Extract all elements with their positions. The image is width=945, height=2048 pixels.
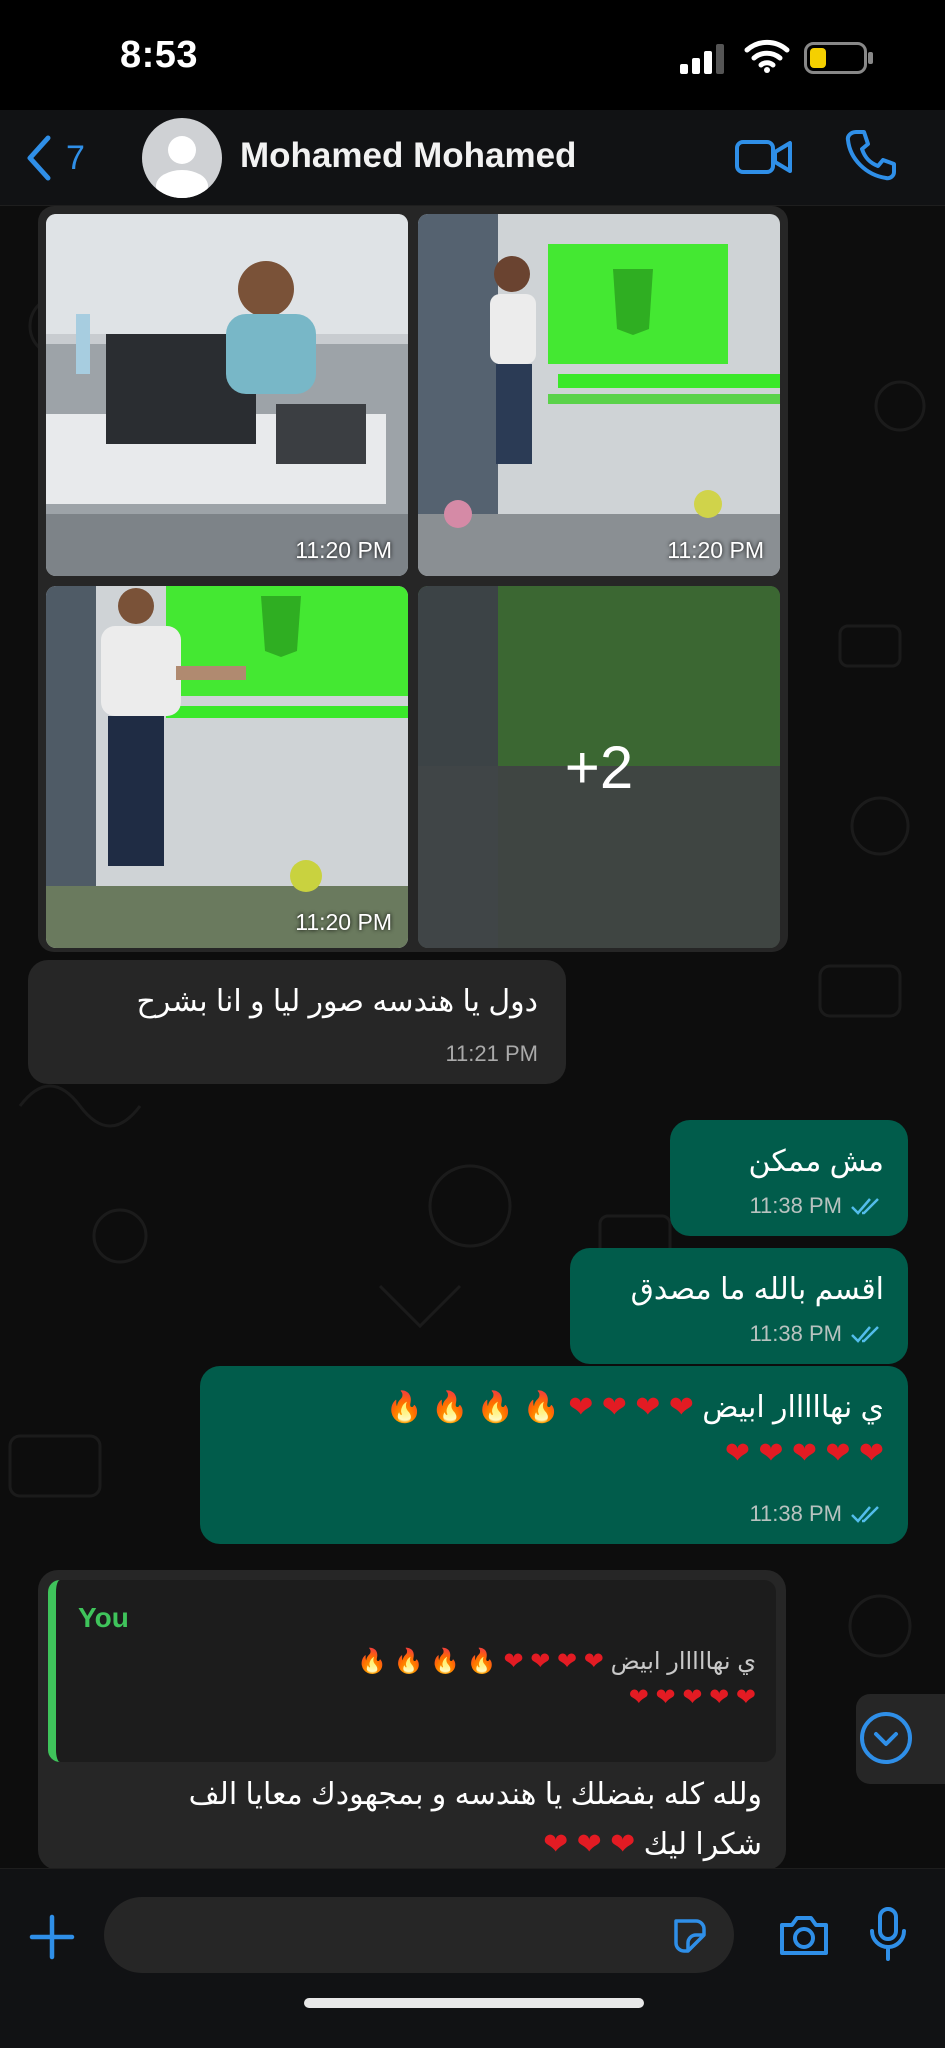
heart-emoji: ❤ [709, 1684, 730, 1711]
album-photo[interactable]: 11:20 PM [418, 214, 780, 576]
more-photos-count: +2 [564, 733, 634, 801]
fire-emoji: 🔥 [385, 1391, 423, 1424]
fire-emoji: 🔥 [466, 1648, 497, 1675]
message-time: 11:38 PM [749, 1193, 842, 1218]
fire-emoji: 🔥 [522, 1391, 560, 1424]
photo-timestamp: 11:20 PM [667, 537, 764, 563]
album-photo[interactable]: 11:20 PM [46, 214, 408, 576]
heart-emoji: ❤ [825, 1437, 851, 1470]
fire-emoji: 🔥 [430, 1648, 461, 1675]
message-text-arabic: ي نهااااار ابيض [702, 1391, 884, 1424]
read-ticks-icon [851, 1198, 879, 1215]
contact-name[interactable]: Mohamed Mohamed [240, 136, 576, 176]
home-indicator [304, 1998, 644, 2008]
unread-count: 7 [66, 138, 85, 177]
heart-emoji: ❤ [543, 1828, 569, 1861]
quoted-author: You [78, 1602, 129, 1633]
sticker-icon[interactable] [670, 1917, 708, 1955]
quoted-text: 🔥 🔥 🔥 🔥 ❤ ❤ ❤ ❤ ي نهااااار ابيض ❤ ❤ ❤ ❤ … [357, 1644, 756, 1716]
heart-emoji: ❤ [610, 1828, 636, 1861]
heart-emoji: ❤ [557, 1648, 578, 1675]
fire-emoji: 🔥 [393, 1648, 424, 1675]
incoming-message[interactable]: دول يا هندسه صور ليا و انا بشرح 11:21 PM [28, 960, 566, 1084]
message-meta: 11:38 PM [749, 1186, 884, 1226]
message-line-2-text: شكرا ليك [643, 1828, 762, 1861]
message-line-1: ولله كله بفضلك يا هندسه و بمجهودك معايا … [188, 1778, 762, 1811]
photo-album[interactable]: 11:20 PM 11:20 PM 11:20 PM +2 [38, 206, 788, 952]
camera-icon[interactable] [778, 1913, 830, 1957]
heart-emoji: ❤ [735, 1684, 756, 1711]
quoted-text-arabic: ي نهااااار ابيض [610, 1648, 756, 1675]
read-ticks-icon [851, 1326, 879, 1343]
scroll-to-bottom-button[interactable] [856, 1694, 945, 1784]
status-time: 8:53 [120, 34, 199, 76]
battery-icon [804, 42, 873, 74]
heart-emoji: ❤ [791, 1437, 818, 1470]
message-text: ولله كله بفضلك يا هندسه و بمجهودك معايا … [189, 1770, 762, 1868]
outgoing-message[interactable]: اقسم بالله ما مصدق 11:38 PM [570, 1248, 908, 1364]
heart-emoji: ❤ [858, 1437, 884, 1470]
photo-presenting-scene [46, 586, 408, 948]
heart-emoji: ❤ [583, 1648, 604, 1675]
message-meta: 11:38 PM [749, 1314, 884, 1354]
message-input-bar [0, 1868, 945, 2048]
message-line-2: ❤ ❤ ❤ ❤ ❤ [385, 1434, 884, 1474]
chevron-left-icon [27, 135, 51, 181]
heart-emoji: ❤ [503, 1648, 524, 1675]
message-input[interactable] [104, 1897, 734, 1973]
message-text: مش ممكن [748, 1145, 884, 1178]
message-meta: 11:38 PM [749, 1494, 884, 1534]
chevron-down-icon [860, 1712, 912, 1764]
message-text: دول يا هندسه صور ليا و انا بشرح [136, 985, 538, 1018]
heart-emoji: ❤ [601, 1391, 627, 1424]
photo-timestamp: 11:20 PM [295, 909, 392, 935]
message-line-1: 🔥 🔥 🔥 🔥 ❤ ❤ ❤ ❤ ي نهااااار ابيض [385, 1388, 884, 1428]
default-avatar-icon [156, 136, 208, 198]
chat-area[interactable]: 11:20 PM 11:20 PM 11:20 PM +2 دول يا هند… [0, 206, 945, 1868]
outgoing-message[interactable]: مش ممكن 11:38 PM [670, 1120, 908, 1236]
heart-emoji: ❤ [530, 1648, 551, 1675]
heart-emoji: ❤ [628, 1684, 649, 1711]
message-text: 🔥 🔥 🔥 🔥 ❤ ❤ ❤ ❤ ي نهااااار ابيض ❤ ❤ ❤ ❤ … [385, 1388, 884, 1474]
heart-emoji: ❤ [724, 1437, 751, 1470]
heart-emoji: ❤ [668, 1391, 694, 1424]
video-call-icon[interactable] [734, 132, 794, 182]
album-photo[interactable]: 11:20 PM [46, 586, 408, 948]
message-meta: 11:21 PM [445, 1034, 538, 1074]
message-time: 11:38 PM [749, 1321, 842, 1346]
quoted-message[interactable]: You 🔥 🔥 🔥 🔥 ❤ ❤ ❤ ❤ ي نهااااار ابيض ❤ ❤ … [48, 1580, 776, 1762]
read-ticks-icon [851, 1506, 879, 1523]
chat-header: 7 Mohamed Mohamed [0, 110, 945, 206]
fire-emoji: 🔥 [357, 1648, 388, 1675]
heart-emoji: ❤ [576, 1828, 602, 1861]
photo-presentation-scene [418, 214, 780, 576]
heart-emoji: ❤ [568, 1391, 594, 1424]
fire-emoji: 🔥 [476, 1391, 515, 1424]
photo-timestamp: 11:20 PM [295, 537, 392, 563]
heart-emoji: ❤ [758, 1437, 784, 1470]
message-line-2: شكرا ليك ❤ ❤ ❤ [189, 1820, 762, 1868]
heart-emoji: ❤ [682, 1684, 703, 1711]
fire-emoji: 🔥 [431, 1391, 469, 1424]
message-time: 11:21 PM [445, 1041, 538, 1066]
photo-laptop-scene [46, 214, 408, 576]
plus-icon[interactable] [28, 1913, 76, 1961]
message-time: 11:38 PM [749, 1501, 842, 1526]
wifi-icon [744, 39, 790, 73]
back-button[interactable]: 7 [22, 132, 85, 184]
phone-call-icon[interactable] [844, 128, 896, 182]
outgoing-message[interactable]: 🔥 🔥 🔥 🔥 ❤ ❤ ❤ ❤ ي نهااااار ابيض ❤ ❤ ❤ ❤ … [200, 1366, 908, 1544]
cellular-signal-icon [680, 44, 724, 74]
message-text: اقسم بالله ما مصدق [630, 1273, 884, 1306]
heart-emoji: ❤ [655, 1684, 676, 1711]
album-more-photos[interactable]: +2 [418, 586, 780, 948]
heart-emoji: ❤ [635, 1391, 661, 1424]
status-bar: 8:53 [0, 0, 945, 110]
microphone-icon[interactable] [868, 1907, 908, 1961]
contact-avatar[interactable] [142, 118, 222, 198]
incoming-reply-message[interactable]: You 🔥 🔥 🔥 🔥 ❤ ❤ ❤ ❤ ي نهااااار ابيض ❤ ❤ … [38, 1570, 786, 1868]
